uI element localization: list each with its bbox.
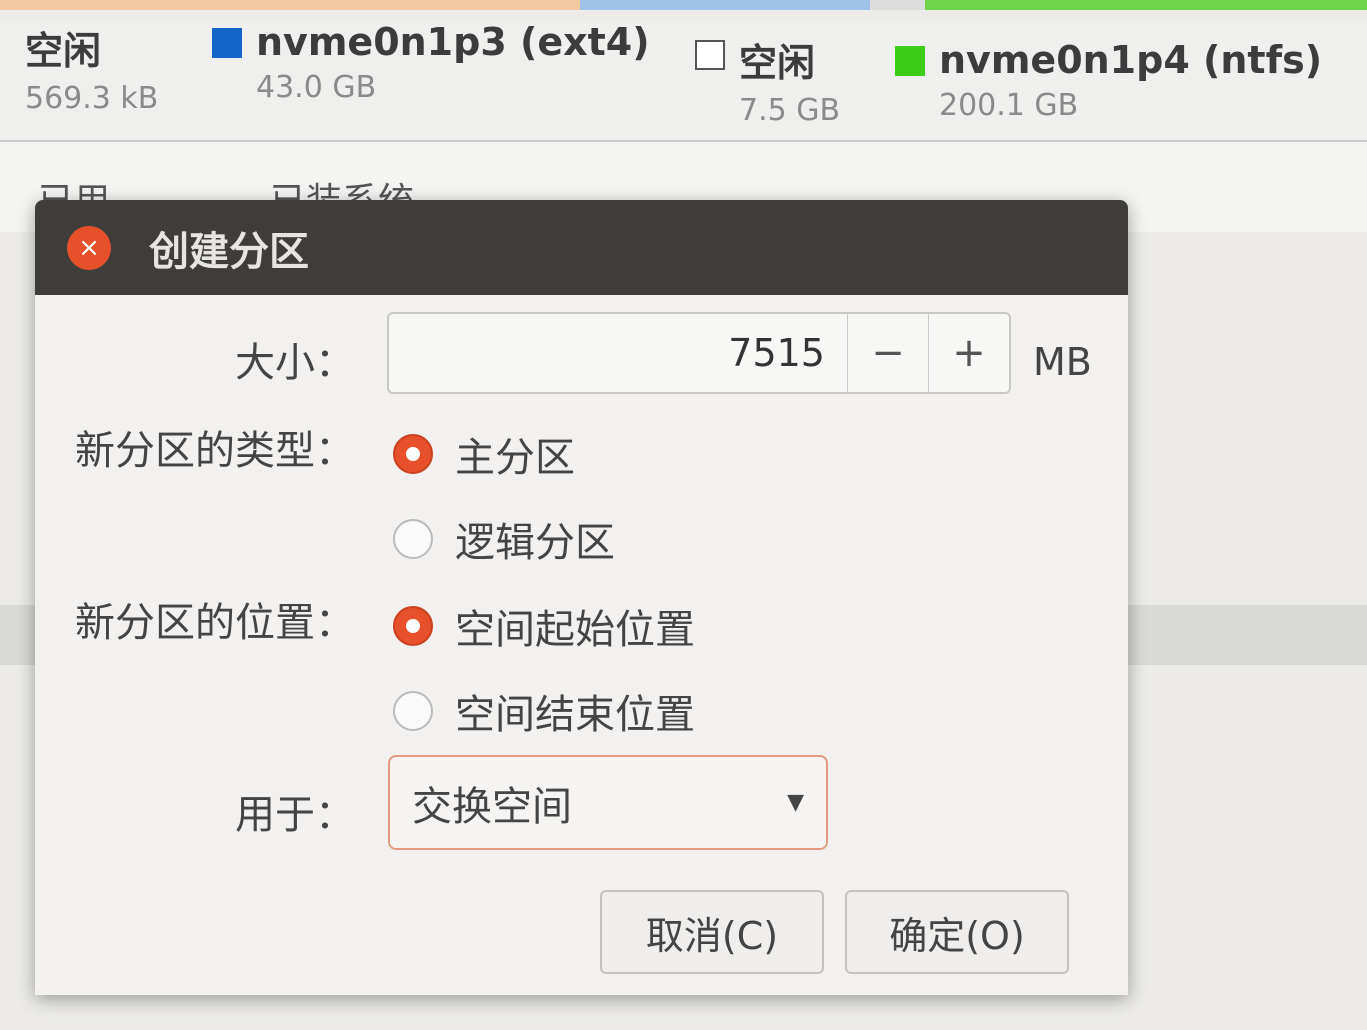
radio-checked-icon[interactable] — [393, 606, 433, 646]
location-label: 新分区的位置： — [75, 600, 355, 646]
radio-logical[interactable]: 逻辑分区 — [393, 510, 615, 568]
dialog-titlebar: × 创建分区 — [35, 200, 1128, 295]
legend-name: 空闲 — [25, 29, 102, 73]
cancel-button[interactable]: 取消(C) — [600, 890, 824, 974]
size-spinbox[interactable]: 7515 − + — [387, 312, 1011, 394]
partition-legend: 空闲 569.3 kB nvme0n1p3 (ext4) 43.0 GB 空闲 7.5… — [0, 20, 1367, 150]
legend-name: 空闲 — [739, 41, 816, 85]
decrement-button[interactable]: − — [847, 314, 928, 392]
dialog-title: 创建分区 — [149, 228, 309, 275]
size-input[interactable]: 7515 — [389, 314, 847, 392]
legend-name: nvme0n1p3 (ext4) — [256, 20, 650, 64]
increment-button[interactable]: + — [928, 314, 1009, 392]
color-swatch — [695, 40, 725, 70]
radio-start[interactable]: 空间起始位置 — [393, 597, 695, 655]
partition-bar — [0, 0, 1367, 10]
use-label: 用于： — [235, 792, 355, 838]
radio-unchecked-icon[interactable] — [393, 519, 433, 559]
legend-size: 569.3 kB — [25, 81, 159, 116]
size-unit: MB — [1033, 340, 1092, 384]
legend-item: 空闲 569.3 kB — [25, 20, 158, 116]
radio-primary[interactable]: 主分区 — [393, 425, 575, 483]
legend-item: 空闲 7.5 GB — [695, 32, 840, 128]
ok-button[interactable]: 确定(O) — [845, 890, 1069, 974]
legend-item: nvme0n1p4 (ntfs) 200.1 GB — [895, 38, 1322, 123]
chevron-down-icon: ▼ — [787, 790, 804, 815]
use-as-dropdown[interactable]: 交换空间 ▼ — [388, 755, 828, 850]
legend-item: nvme0n1p3 (ext4) 43.0 GB — [212, 20, 650, 105]
legend-size: 200.1 GB — [939, 88, 1079, 123]
type-label: 新分区的类型： — [75, 428, 355, 474]
radio-unchecked-icon[interactable] — [393, 691, 433, 731]
create-partition-dialog: × 创建分区 大小： 7515 − + MB 新分区的类型： 主分区 逻辑分区 … — [35, 200, 1128, 995]
radio-label: 主分区 — [455, 435, 575, 481]
size-label: 大小： — [235, 340, 355, 386]
color-swatch — [212, 28, 242, 58]
legend-size: 7.5 GB — [739, 93, 841, 128]
radio-checked-icon[interactable] — [393, 434, 433, 474]
close-icon[interactable]: × — [67, 225, 111, 270]
legend-size: 43.0 GB — [256, 70, 377, 105]
radio-label: 逻辑分区 — [455, 520, 615, 566]
radio-end[interactable]: 空间结束位置 — [393, 682, 695, 740]
radio-label: 空间结束位置 — [455, 692, 695, 738]
legend-name: nvme0n1p4 (ntfs) — [939, 38, 1323, 82]
dropdown-value: 交换空间 — [412, 783, 572, 830]
radio-label: 空间起始位置 — [455, 607, 695, 653]
color-swatch — [895, 46, 925, 76]
